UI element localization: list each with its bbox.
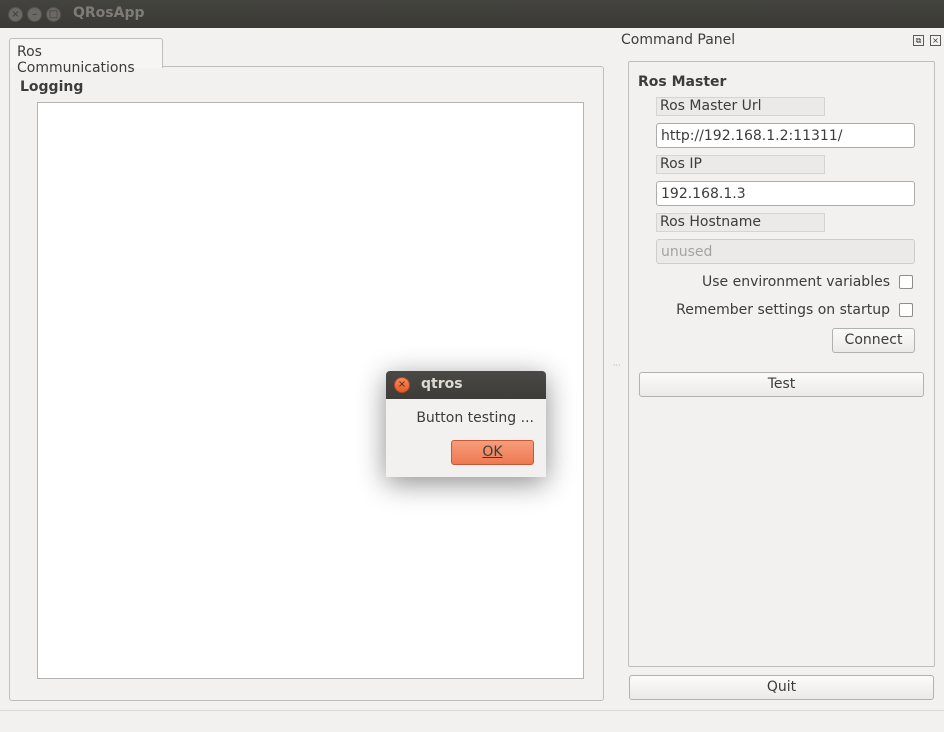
ros-hostname-input[interactable]	[656, 239, 915, 264]
ros-master-title: Ros Master	[638, 74, 727, 90]
remember-settings-row[interactable]: Remember settings on startup	[676, 301, 913, 319]
dialog-message: Button testing ...	[416, 410, 534, 426]
master-url-input[interactable]	[656, 123, 915, 148]
use-env-label: Use environment variables	[702, 274, 890, 290]
ok-button[interactable]: OK	[451, 440, 534, 465]
ros-hostname-label: Ros Hostname	[656, 213, 825, 232]
connect-button[interactable]: Connect	[832, 328, 915, 353]
use-env-row[interactable]: Use environment variables	[702, 273, 913, 291]
dialog-close-icon[interactable]: ×	[394, 377, 410, 393]
window-close-icon[interactable]: ×	[8, 7, 23, 22]
ros-ip-input[interactable]	[656, 181, 915, 206]
ros-ip-label: Ros IP	[656, 155, 825, 174]
ros-master-groupbox	[628, 61, 935, 667]
dock-close-icon[interactable]: ×	[930, 35, 941, 46]
tab-ros-communications[interactable]: Ros Communications	[9, 38, 163, 76]
dock-float-icon[interactable]: ⧉	[913, 35, 924, 46]
quit-button[interactable]: Quit	[629, 675, 934, 700]
master-url-label: Ros Master Url	[656, 97, 825, 116]
dock-splitter-handle[interactable]: ···	[613, 362, 621, 374]
window-title: QRosApp	[73, 5, 145, 21]
test-button[interactable]: Test	[639, 372, 924, 397]
window-maximize-icon[interactable]: □	[46, 7, 61, 22]
logging-group-title: Logging	[20, 79, 84, 95]
remember-settings-label: Remember settings on startup	[676, 302, 890, 318]
command-panel-title: Command Panel	[621, 32, 736, 48]
remember-settings-checkbox[interactable]	[899, 303, 913, 317]
window-minimize-icon[interactable]: –	[27, 7, 42, 22]
message-dialog: × qtros Button testing ... OK	[386, 371, 546, 477]
status-bar	[0, 710, 944, 732]
dialog-title: qtros	[421, 376, 463, 392]
dialog-titlebar[interactable]: × qtros	[386, 371, 546, 399]
window-titlebar[interactable]: × – □ QRosApp	[0, 0, 944, 28]
use-env-checkbox[interactable]	[899, 275, 913, 289]
